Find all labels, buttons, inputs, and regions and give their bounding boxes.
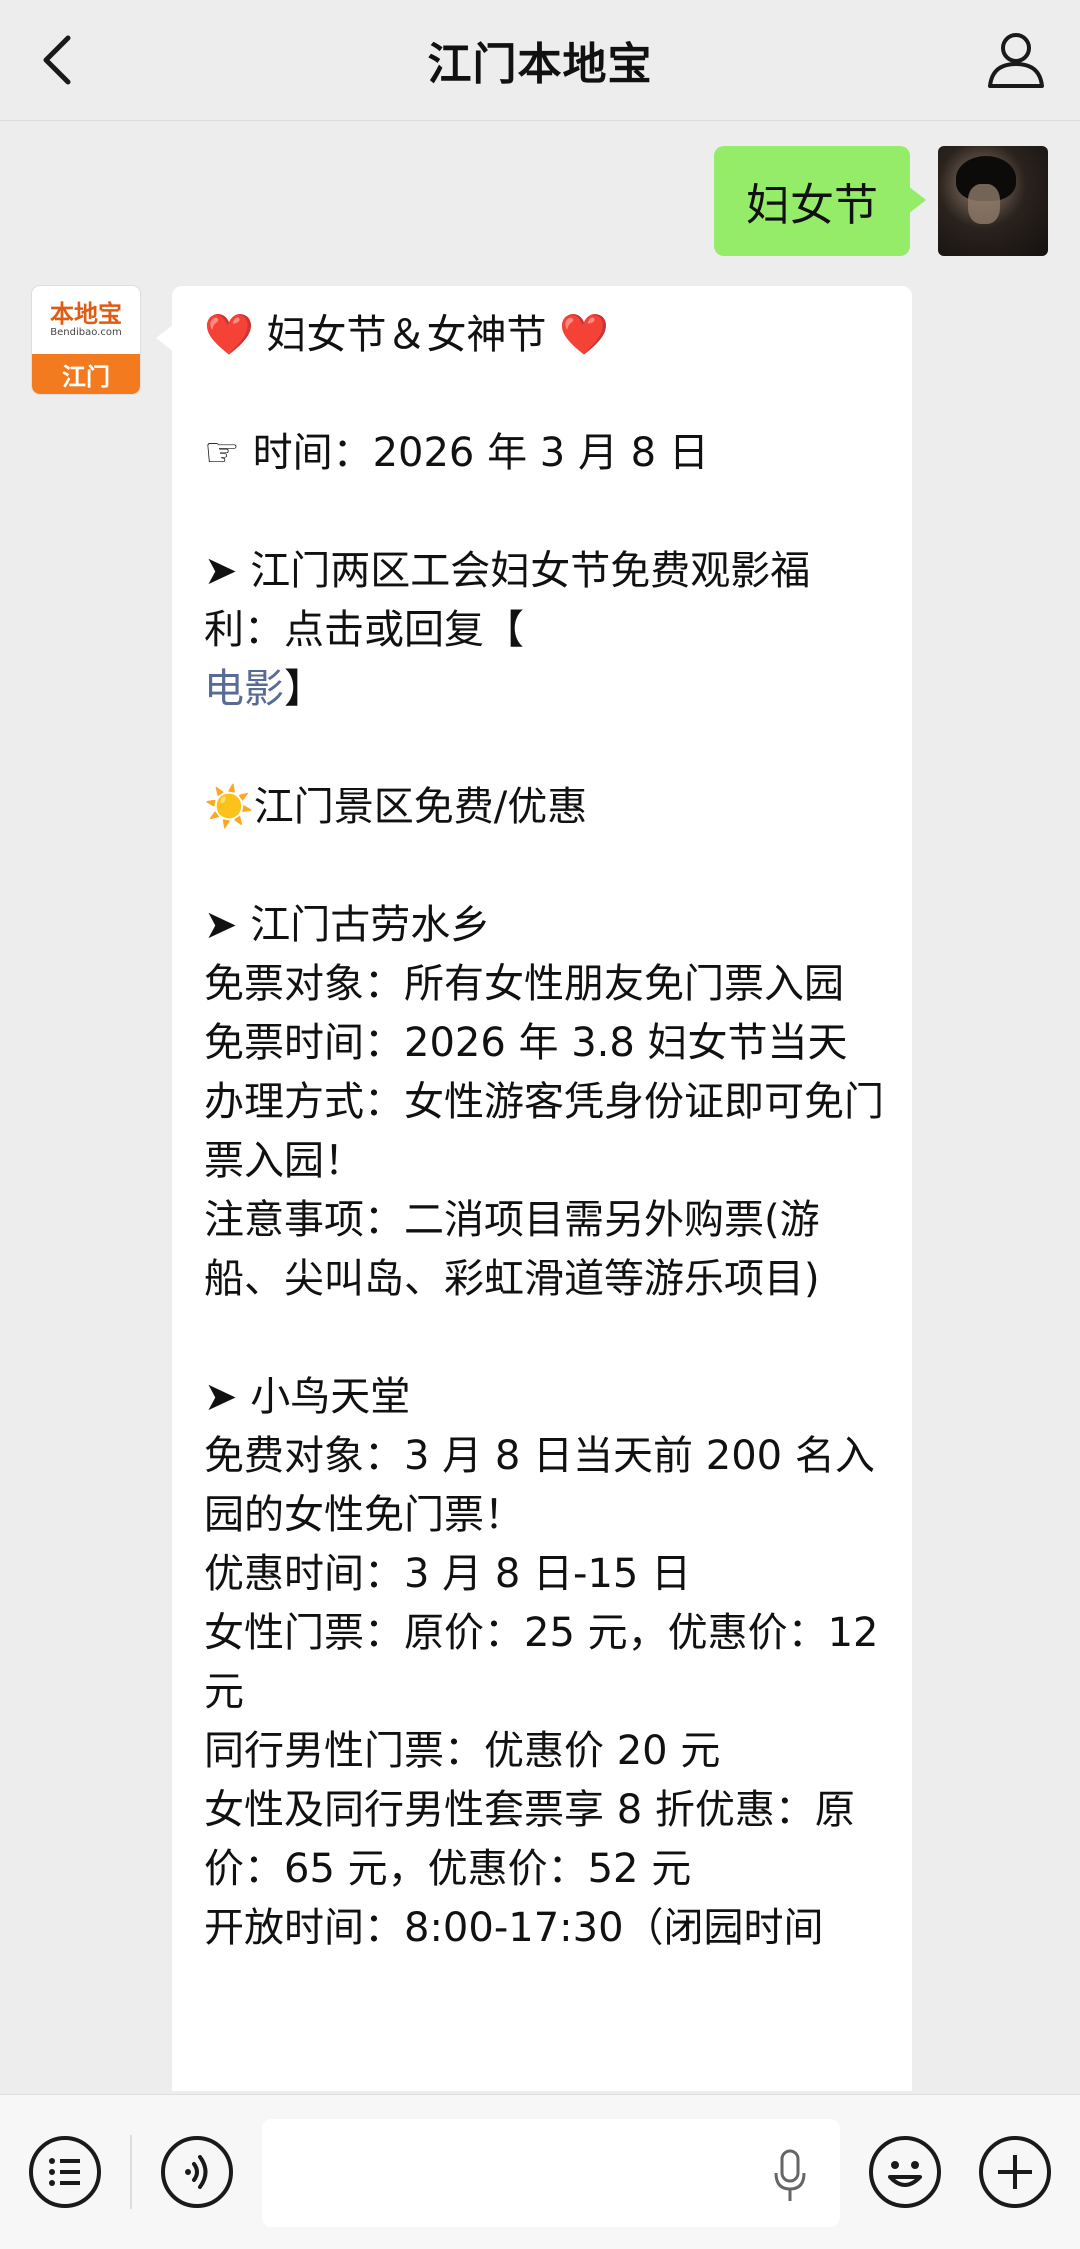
message-text: 妇女节＆女神节 bbox=[253, 312, 560, 358]
message-line: 同行男性门票：优惠价 20 元 bbox=[204, 1728, 721, 1774]
emoji-icon[interactable] bbox=[868, 2135, 942, 2209]
message-line: 女性及同行男性套票享 8 折优惠：原价：65 元，优惠价：52 元 bbox=[204, 1787, 855, 1892]
message-line: ❤️ 妇女节＆女神节 ❤️ bbox=[204, 306, 884, 365]
bot-avatar[interactable]: 本地宝 Bendibao.com 江门 bbox=[32, 286, 140, 394]
message-line: ☞ 时间：2026 年 3 月 8 日 bbox=[204, 430, 709, 476]
message-line: ➤ 小鸟天堂 bbox=[204, 1374, 411, 1420]
logo-city: 江门 bbox=[32, 354, 140, 394]
chevron-left-icon[interactable] bbox=[30, 28, 90, 92]
my-avatar[interactable] bbox=[938, 146, 1048, 256]
message-line: ☀️江门景区免费/优惠 bbox=[204, 784, 588, 830]
heart-emoji: ❤️ bbox=[559, 312, 610, 358]
person-icon[interactable] bbox=[980, 24, 1052, 96]
outgoing-message-text: 妇女节 bbox=[746, 180, 878, 231]
message-line: ➤ 江门两区工会妇女节免费观影福利：点击或回复【 bbox=[204, 548, 811, 653]
voice-icon[interactable] bbox=[160, 2135, 234, 2209]
message-text: 】 bbox=[284, 666, 324, 712]
chat-area[interactable]: 妇女节 本地宝 Bendibao.com 江门 ❤️ 妇女节＆女神节 ❤️ ☞ 时… bbox=[0, 121, 1080, 2091]
heart-emoji: ❤️ bbox=[204, 312, 254, 358]
message-input[interactable] bbox=[262, 2119, 840, 2227]
message-line: 注意事项：二消项目需另外购票(游船、尖叫岛、彩虹滑道等游乐项目) bbox=[204, 1197, 820, 1302]
plus-icon[interactable] bbox=[978, 2135, 1052, 2209]
logo-text: 本地宝 bbox=[50, 300, 122, 328]
message-line: 免费对象：3 月 8 日当天前 200 名入园的女性免门票！ bbox=[204, 1433, 875, 1538]
message-line: 免票时间：2026 年 3.8 妇女节当天 bbox=[204, 1020, 848, 1066]
divider bbox=[130, 2135, 132, 2209]
top-bar: 江门本地宝 bbox=[0, 0, 1080, 121]
list-menu-icon[interactable] bbox=[28, 2135, 102, 2209]
message-line: 电影】 bbox=[204, 660, 884, 719]
message-line: 办理方式：女性游客凭身份证即可免门票入园！ bbox=[204, 1079, 884, 1184]
movie-link[interactable]: 电影 bbox=[204, 666, 284, 712]
message-line: ➤ 江门古劳水乡 bbox=[204, 902, 491, 948]
microphone-icon[interactable] bbox=[770, 2149, 810, 2203]
page-title: 江门本地宝 bbox=[427, 39, 653, 90]
message-line: 开放时间：8:00-17:30（闭园时间 bbox=[204, 1905, 824, 1951]
message-line: 女性门票：原价：25 元，优惠价：12 元 bbox=[204, 1610, 892, 1715]
outgoing-message-bubble[interactable]: 妇女节 bbox=[714, 146, 926, 256]
message-line: 优惠时间：3 月 8 日-15 日 bbox=[204, 1551, 692, 1597]
message-line: 免票对象：所有女性朋友免门票入园 bbox=[204, 961, 844, 1007]
input-bar bbox=[0, 2094, 1080, 2249]
incoming-message-text: ❤️ 妇女节＆女神节 ❤️ ☞ 时间：2026 年 3 月 8 日 ➤ 江门两区工会… bbox=[204, 306, 884, 1958]
incoming-message-bubble[interactable]: ❤️ 妇女节＆女神节 ❤️ ☞ 时间：2026 年 3 月 8 日 ➤ 江门两区工会… bbox=[156, 286, 912, 2091]
logo-sub: Bendibao.com bbox=[50, 327, 122, 338]
